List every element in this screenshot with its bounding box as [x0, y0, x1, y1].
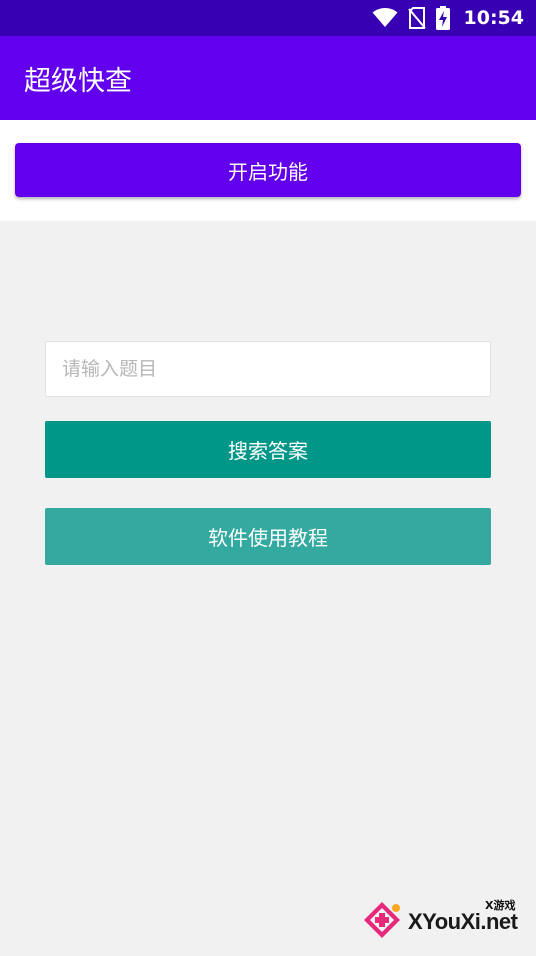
app-bar: 超级快查: [0, 36, 536, 120]
status-clock: 10:54: [463, 7, 524, 29]
wifi-icon: [372, 8, 398, 28]
watermark: X游戏 XYouXi.net: [358, 894, 528, 950]
status-icons: 10:54: [372, 6, 524, 30]
watermark-text: X游戏 XYouXi.net: [408, 899, 518, 935]
question-input[interactable]: [45, 341, 491, 397]
watermark-small-text: X游戏: [485, 899, 516, 912]
top-panel: 开启功能: [0, 120, 536, 221]
tutorial-button[interactable]: 软件使用教程: [45, 508, 491, 565]
status-bar: 10:54: [0, 0, 536, 36]
search-answer-button[interactable]: 搜索答案: [45, 421, 491, 478]
app-title: 超级快查: [24, 65, 132, 97]
enable-feature-button[interactable]: 开启功能: [15, 143, 521, 197]
no-sim-icon: [407, 7, 426, 29]
gamepad-logo-icon: [358, 896, 406, 948]
battery-charging-icon: [435, 6, 450, 30]
